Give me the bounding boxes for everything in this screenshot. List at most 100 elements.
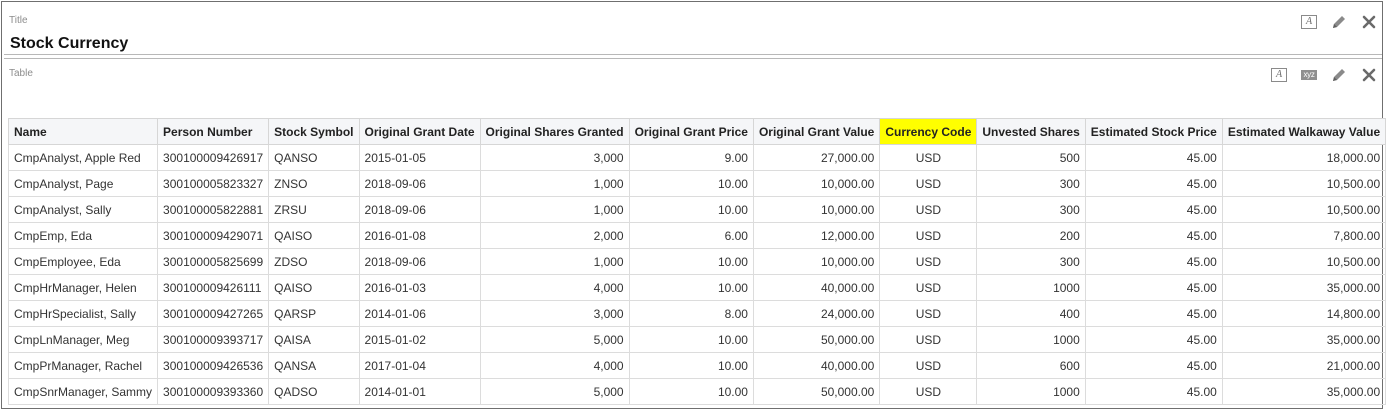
stock-symbol-cell: QANSO <box>268 144 360 171</box>
column-header-original-grant-price[interactable]: Original Grant Price <box>628 118 754 145</box>
text-format-icon: A <box>1301 15 1317 29</box>
currency-code-cell: USD <box>879 144 978 171</box>
stock-price-cell: 45.00 <box>1084 196 1223 223</box>
shares-granted-cell: 1,000 <box>479 196 630 223</box>
stock-price-cell: 45.00 <box>1084 300 1223 327</box>
shares-granted-cell: 1,000 <box>479 170 630 197</box>
grant-price-cell: 10.00 <box>628 248 754 275</box>
stock-symbol-cell: QADSO <box>268 378 360 405</box>
column-header-estimated-stock-price[interactable]: Estimated Stock Price <box>1084 118 1223 145</box>
walkaway-value-cell: 7,800.00 <box>1221 222 1386 249</box>
name-cell: CmpEmp, Eda <box>7 222 159 249</box>
shares-granted-cell: 3,000 <box>479 300 630 327</box>
table-row[interactable]: CmpAnalyst, Page 300100005823327 ZNSO 2018-… <box>7 170 1386 197</box>
unvested-shares-cell: 200 <box>976 222 1086 249</box>
walkaway-value-cell: 14,800.00 <box>1221 300 1386 327</box>
column-header-name[interactable]: Name <box>7 118 159 145</box>
table-row[interactable]: CmpEmp, Eda 300100009429071 QAISO 2016-01-0… <box>7 222 1386 249</box>
xyz-format-icon: xyz <box>1301 70 1317 80</box>
edit-pencil-icon <box>1333 69 1345 81</box>
name-cell: CmpSnrManager, Sammy <box>7 378 159 405</box>
stock-price-cell: 45.00 <box>1084 170 1223 197</box>
walkaway-value-cell: 10,500.00 <box>1221 196 1386 223</box>
title-view-caption: Title <box>9 15 28 26</box>
grant-price-cell: 9.00 <box>628 144 754 171</box>
table-view-toolbar: A xyz <box>1258 66 1378 84</box>
person-number-cell: 300100005825699 <box>157 248 270 275</box>
stock-price-cell: 45.00 <box>1084 222 1223 249</box>
title-remove-button[interactable] <box>1360 13 1378 31</box>
unvested-shares-cell: 1000 <box>976 274 1086 301</box>
column-header-original-grant-value[interactable]: Original Grant Value <box>752 118 881 145</box>
column-header-person-number[interactable]: Person Number <box>157 118 270 145</box>
table-remove-button[interactable] <box>1360 66 1378 84</box>
table-view-caption: Table <box>9 68 33 79</box>
column-header-stock-symbol[interactable]: Stock Symbol <box>268 118 360 145</box>
grant-date-cell: 2016-01-03 <box>358 274 481 301</box>
column-header-estimated-walkaway-value[interactable]: Estimated Walkaway Value <box>1221 118 1386 145</box>
unvested-shares-cell: 1000 <box>976 378 1086 405</box>
person-number-cell: 300100009429071 <box>157 222 270 249</box>
stock-currency-table: Name Person Number Stock Symbol Original… <box>7 118 1386 405</box>
column-header-original-shares-granted[interactable]: Original Shares Granted <box>479 118 630 145</box>
grant-price-cell: 8.00 <box>628 300 754 327</box>
title-view-toolbar: A <box>1288 13 1378 31</box>
person-number-cell: 300100009426536 <box>157 352 270 379</box>
name-cell: CmpAnalyst, Page <box>7 170 159 197</box>
table-row[interactable]: CmpAnalyst, Apple Red 300100009426917 QANS… <box>7 144 1386 171</box>
table-row[interactable]: CmpLnManager, Meg 300100009393717 QAISA 201… <box>7 326 1386 353</box>
walkaway-value-cell: 35,000.00 <box>1221 378 1386 405</box>
column-header-currency-code[interactable]: Currency Code <box>879 118 978 145</box>
person-number-cell: 300100009393717 <box>157 326 270 353</box>
table-edit-button[interactable] <box>1330 66 1348 84</box>
table-row[interactable]: CmpAnalyst, Sally 300100005822881 ZRSU 2018… <box>7 196 1386 223</box>
title-view: Title Stock Currency A <box>4 4 1382 55</box>
unvested-shares-cell: 400 <box>976 300 1086 327</box>
table-row[interactable]: CmpEmployee, Eda 300100005825699 ZDSO 2018-… <box>7 248 1386 275</box>
column-header-unvested-shares[interactable]: Unvested Shares <box>976 118 1086 145</box>
shares-granted-cell: 5,000 <box>479 378 630 405</box>
column-header-original-grant-date[interactable]: Original Grant Date <box>358 118 481 145</box>
grant-value-cell: 40,000.00 <box>752 352 881 379</box>
grant-value-cell: 12,000.00 <box>752 222 881 249</box>
currency-code-cell: USD <box>879 326 978 353</box>
unvested-shares-cell: 1000 <box>976 326 1086 353</box>
title-edit-button[interactable] <box>1330 13 1348 31</box>
unvested-shares-cell: 500 <box>976 144 1086 171</box>
grant-price-cell: 10.00 <box>628 274 754 301</box>
table-format-button[interactable]: A <box>1270 66 1288 84</box>
walkaway-value-cell: 35,000.00 <box>1221 274 1386 301</box>
grant-date-cell: 2014-01-01 <box>358 378 481 405</box>
table-row[interactable]: CmpPrManager, Rachel 300100009426536 QANSA… <box>7 352 1386 379</box>
stock-symbol-cell: QANSA <box>268 352 360 379</box>
stock-symbol-cell: QAISO <box>268 222 360 249</box>
unvested-shares-cell: 600 <box>976 352 1086 379</box>
grant-price-cell: 10.00 <box>628 196 754 223</box>
grant-date-cell: 2015-01-05 <box>358 144 481 171</box>
shares-granted-cell: 3,000 <box>479 144 630 171</box>
shares-granted-cell: 4,000 <box>479 274 630 301</box>
stock-price-cell: 45.00 <box>1084 144 1223 171</box>
table-data-format-button[interactable]: xyz <box>1300 66 1318 84</box>
stock-price-cell: 45.00 <box>1084 352 1223 379</box>
table-header-row: Name Person Number Stock Symbol Original… <box>7 118 1386 145</box>
person-number-cell: 300100009393360 <box>157 378 270 405</box>
walkaway-value-cell: 10,500.00 <box>1221 248 1386 275</box>
grant-value-cell: 10,000.00 <box>752 170 881 197</box>
stock-price-cell: 45.00 <box>1084 378 1223 405</box>
grant-date-cell: 2015-01-02 <box>358 326 481 353</box>
currency-code-cell: USD <box>879 352 978 379</box>
table-row[interactable]: CmpHrManager, Helen 300100009426111 QAISO 2… <box>7 274 1386 301</box>
table-row[interactable]: CmpSnrManager, Sammy 300100009393360 QADSO… <box>7 378 1386 405</box>
title-format-button[interactable]: A <box>1300 13 1318 31</box>
grant-value-cell: 10,000.00 <box>752 248 881 275</box>
grant-price-cell: 10.00 <box>628 378 754 405</box>
grant-value-cell: 40,000.00 <box>752 274 881 301</box>
currency-code-cell: USD <box>879 248 978 275</box>
table-row[interactable]: CmpHrSpecialist, Sally 300100009427265 QAR… <box>7 300 1386 327</box>
name-cell: CmpAnalyst, Apple Red <box>7 144 159 171</box>
currency-code-cell: USD <box>879 222 978 249</box>
shares-granted-cell: 2,000 <box>479 222 630 249</box>
name-cell: CmpLnManager, Meg <box>7 326 159 353</box>
close-icon <box>1362 68 1376 82</box>
